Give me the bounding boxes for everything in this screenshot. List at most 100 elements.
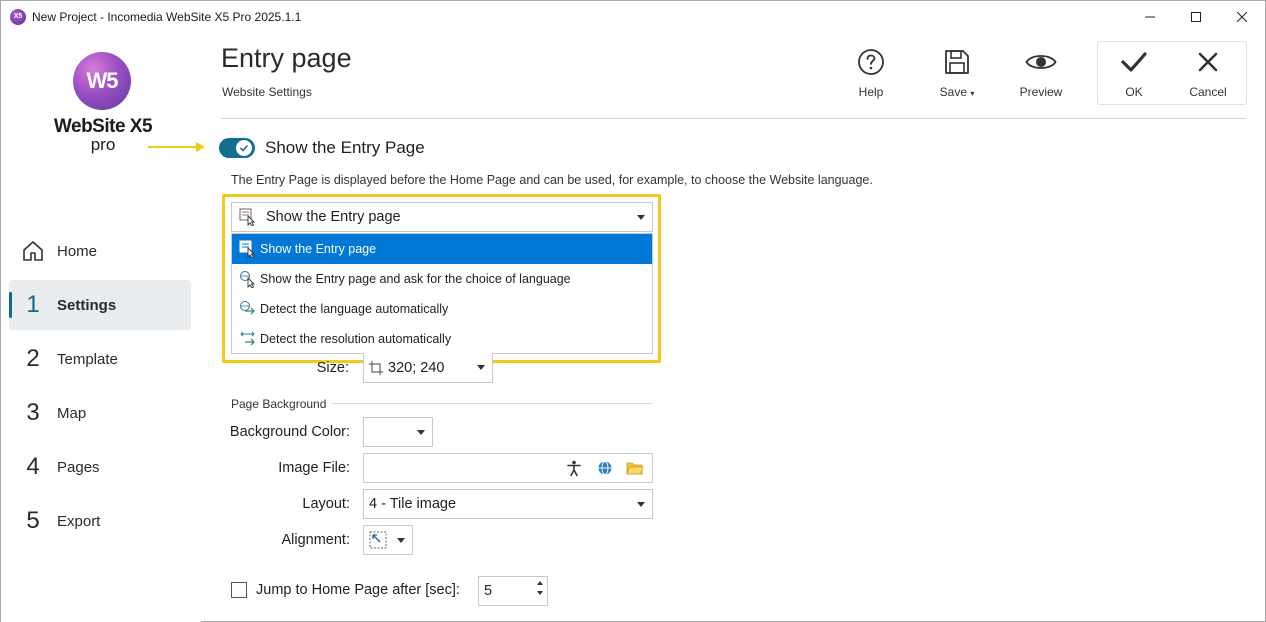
bg-color-label: Background Color: — [229, 424, 350, 440]
brand-edition: pro — [90, 135, 116, 154]
ok-label: OK — [1125, 85, 1143, 99]
sidebar-item-label: Settings — [57, 296, 117, 314]
alignment-label: Alignment: — [281, 532, 350, 548]
folder-icon[interactable] — [626, 460, 644, 476]
chevron-down-icon — [637, 502, 645, 507]
dropdown-option[interactable]: Detect the language automatically — [232, 294, 652, 324]
chevron-down-icon — [397, 538, 405, 543]
entry-page-toggle[interactable] — [219, 138, 255, 158]
align-top-left-icon — [369, 531, 387, 549]
sidebar-item-number: 4 — [26, 453, 40, 480]
layout-value: 4 - Tile image — [369, 496, 457, 512]
chevron-down-icon: ▾ — [970, 89, 975, 98]
help-label: Help — [858, 85, 884, 99]
app-window: X5 New Project - Incomedia WebSite X5 Pr… — [0, 0, 1266, 622]
dropdown-option-label: Show the Entry page — [260, 242, 377, 256]
entry-mode-select[interactable]: Show the Entry page — [231, 202, 653, 232]
yellow-arrow-icon — [148, 142, 205, 152]
brand-logo: W5 — [73, 52, 131, 110]
maximize-icon — [1191, 11, 1201, 22]
help-icon — [858, 49, 884, 75]
chevron-down-icon — [477, 365, 485, 370]
entry-mode-dropdown: Show the Entry page Show the Entry page … — [231, 233, 653, 354]
bg-color-picker[interactable] — [363, 417, 433, 447]
dropdown-option[interactable]: Detect the resolution automatically — [232, 324, 652, 354]
maximize-button[interactable] — [1173, 1, 1219, 32]
image-file-input[interactable] — [363, 453, 653, 483]
crop-icon — [369, 360, 383, 375]
dropdown-option-label: Detect the resolution automatically — [260, 332, 452, 346]
checkmark-icon — [1121, 52, 1147, 72]
minimize-icon — [1145, 16, 1155, 17]
dropdown-option-label: Show the Entry page and ask for the choi… — [260, 272, 571, 286]
layout-label: Layout: — [302, 496, 350, 512]
dropdown-option-label: Detect the language automatically — [260, 302, 449, 316]
section-title: Page Background — [231, 397, 327, 411]
sidebar-item-number: 2 — [26, 345, 40, 372]
resolution-detect-icon — [236, 324, 260, 354]
close-icon — [1237, 11, 1247, 22]
sidebar-item-label: Map — [57, 404, 87, 422]
cancel-button[interactable]: Cancel — [1173, 45, 1243, 105]
window-controls — [1127, 1, 1265, 32]
entry-mode-value: Show the Entry page — [266, 209, 401, 225]
chevron-down-icon — [417, 430, 425, 435]
window-title: New Project - Incomedia WebSite X5 Pro 2… — [32, 9, 302, 24]
help-button[interactable]: Help — [836, 45, 906, 105]
sidebar-item-map[interactable]: 3 Map — [9, 388, 191, 438]
sidebar-item-label: Export — [57, 512, 101, 530]
sidebar-item-label: Pages — [57, 458, 100, 476]
sidebar-item-label: Home — [57, 242, 98, 260]
jump-seconds-stepper[interactable]: 5 — [478, 576, 548, 606]
toggle-knob — [236, 140, 252, 156]
sidebar-item-number: 5 — [26, 507, 40, 534]
image-file-label: Image File: — [278, 460, 350, 476]
save-button[interactable]: Save ▾ — [922, 45, 992, 105]
dropdown-option[interactable]: Show the Entry page — [232, 234, 652, 264]
jump-home-checkbox[interactable] — [231, 582, 247, 598]
sidebar-item-number: 1 — [26, 291, 40, 318]
entry-page-icon — [236, 202, 260, 232]
header-divider — [221, 118, 1246, 119]
preview-button[interactable]: Preview — [1006, 45, 1076, 105]
accessibility-icon[interactable] — [566, 460, 582, 476]
jump-seconds-value: 5 — [484, 583, 493, 599]
language-detect-icon — [236, 294, 260, 324]
sidebar-item-export[interactable]: 5 Export — [9, 496, 191, 546]
page-title: Entry page — [221, 43, 352, 73]
entry-page-description: The Entry Page is displayed before the H… — [231, 173, 873, 187]
sidebar-item-settings[interactable]: 1 Settings — [9, 280, 191, 330]
size-select[interactable]: 320; 240 — [363, 353, 493, 383]
size-label: Size: — [316, 360, 349, 376]
size-value: 320; 240 — [388, 359, 445, 376]
alignment-select[interactable] — [363, 525, 413, 555]
check-icon — [239, 144, 249, 152]
layout-select[interactable]: 4 - Tile image — [363, 489, 653, 519]
title-bar: X5 New Project - Incomedia WebSite X5 Pr… — [1, 1, 1265, 32]
close-button[interactable] — [1219, 1, 1265, 32]
sidebar-item-template[interactable]: 2 Template — [9, 334, 191, 384]
save-icon — [945, 50, 969, 74]
app-logo-icon: X5 — [10, 8, 26, 25]
minimize-button[interactable] — [1127, 1, 1173, 32]
eye-icon — [1025, 55, 1057, 69]
save-label: Save — [939, 85, 967, 99]
sidebar-item-label: Template — [57, 350, 118, 368]
section-divider — [331, 403, 653, 404]
cancel-x-icon — [1198, 52, 1218, 72]
sidebar-item-home[interactable]: Home — [9, 226, 191, 276]
entry-page-icon — [236, 234, 260, 264]
stepper-up-icon[interactable] — [537, 581, 543, 585]
home-icon — [23, 241, 43, 261]
preview-label: Preview — [1019, 85, 1063, 99]
sidebar-item-number: 3 — [26, 399, 40, 426]
language-choice-icon — [236, 264, 260, 294]
globe-icon[interactable] — [597, 460, 613, 476]
chevron-down-icon[interactable] — [637, 215, 645, 220]
sidebar: W5 WebSite X5 pro Home 1 Settings 2 Temp… — [1, 32, 201, 622]
ok-button[interactable]: OK — [1099, 45, 1169, 105]
stepper-down-icon[interactable] — [537, 591, 543, 595]
cancel-label: Cancel — [1189, 85, 1227, 99]
sidebar-item-pages[interactable]: 4 Pages — [9, 442, 191, 492]
dropdown-option[interactable]: Show the Entry page and ask for the choi… — [232, 264, 652, 294]
